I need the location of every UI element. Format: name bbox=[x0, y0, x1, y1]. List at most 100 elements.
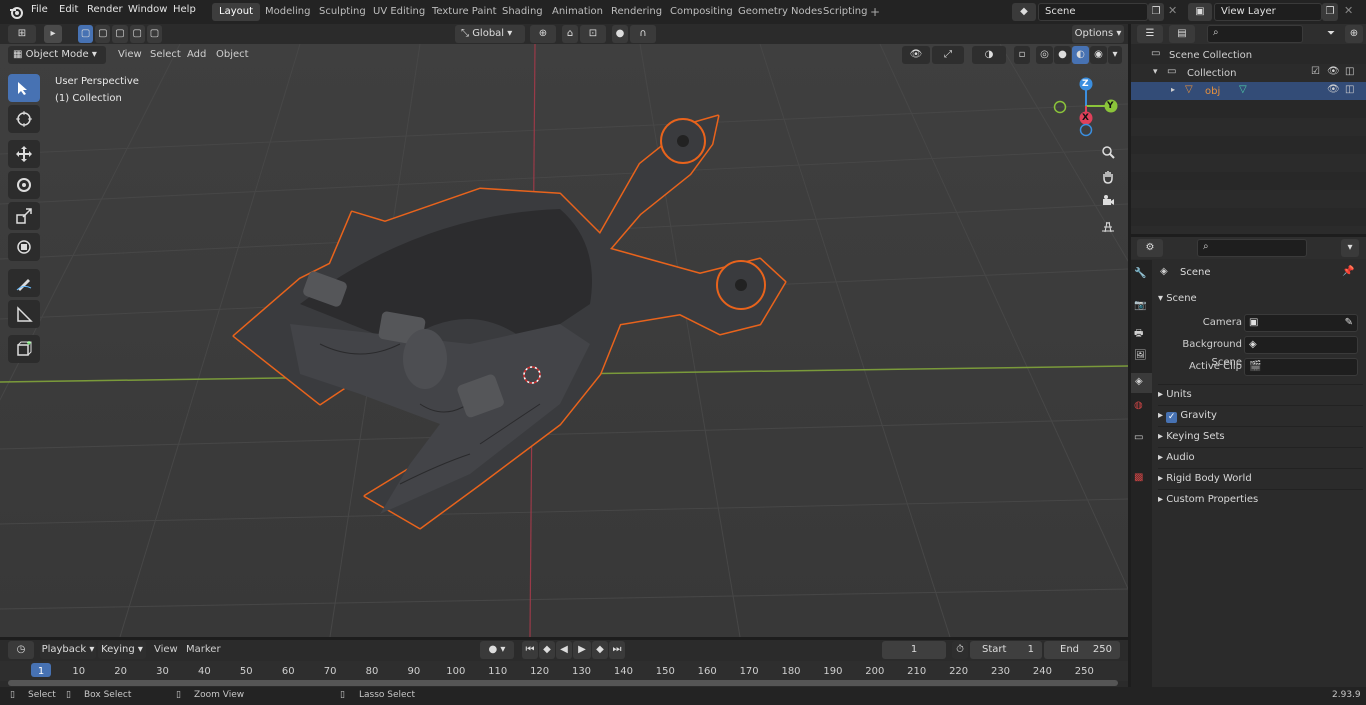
output-properties-tab-icon[interactable]: 🖶 bbox=[1134, 326, 1143, 343]
mesh-data-icon[interactable]: ▽ bbox=[1239, 84, 1247, 95]
properties-search-input[interactable] bbox=[1197, 239, 1307, 257]
tab-shading[interactable]: Shading bbox=[495, 3, 550, 21]
gizmo-toggle-icon[interactable]: ⤢ bbox=[932, 46, 964, 64]
outliner-editor-type-icon[interactable]: ☰ bbox=[1137, 25, 1163, 43]
solid-shading-icon[interactable]: ● bbox=[1054, 46, 1071, 64]
snap-target-icon[interactable]: ⊡ bbox=[580, 25, 606, 43]
camera-field[interactable]: ▣ ✎ bbox=[1244, 314, 1358, 332]
shading-options-icon[interactable]: ▾ bbox=[1108, 46, 1122, 64]
section-gravity[interactable]: ▸ ✓ Gravity bbox=[1158, 405, 1363, 425]
scene-properties-tab-icon[interactable]: ◈ bbox=[1131, 373, 1152, 393]
select-tool-icon[interactable]: ▸ bbox=[44, 25, 62, 43]
tab-compositing[interactable]: Compositing bbox=[663, 3, 740, 21]
start-frame-field[interactable]: Start 1 bbox=[970, 641, 1042, 659]
keying-menu[interactable]: Keying ▾ bbox=[98, 641, 146, 659]
viewport-menu-add[interactable]: Add bbox=[187, 49, 206, 60]
timeline-scrollbar[interactable] bbox=[8, 680, 1118, 686]
section-units[interactable]: ▸ Units bbox=[1158, 384, 1363, 404]
outliner-row-scene-collection[interactable]: ▭ Scene Collection bbox=[1131, 46, 1366, 64]
tab-animation[interactable]: Animation bbox=[545, 3, 610, 21]
menu-window[interactable]: Window bbox=[128, 4, 167, 15]
menu-render[interactable]: Render bbox=[87, 4, 123, 15]
collection-render-icon[interactable]: ◫ bbox=[1345, 66, 1354, 77]
obj-visibility-icon[interactable]: 👁 bbox=[1327, 84, 1340, 95]
spur-mesh-object[interactable] bbox=[0, 44, 1128, 637]
select-extend-icon[interactable]: ▢ bbox=[95, 25, 111, 43]
background-scene-field[interactable]: ◈ bbox=[1244, 336, 1358, 354]
tab-sculpting[interactable]: Sculpting bbox=[312, 3, 373, 21]
cursor-tool-icon[interactable] bbox=[8, 105, 40, 133]
preview-range-icon[interactable]: ⏱ bbox=[952, 641, 968, 659]
object-visibility-icon[interactable]: 👁 bbox=[902, 46, 930, 64]
jump-keyframe-back-icon[interactable]: ◆ bbox=[539, 641, 555, 659]
menu-file[interactable]: File bbox=[31, 4, 48, 15]
world-properties-tab-icon[interactable]: ◍ bbox=[1134, 400, 1143, 411]
outliner-search-input[interactable] bbox=[1207, 25, 1303, 43]
render-properties-tab-icon[interactable]: 📷 bbox=[1134, 300, 1146, 311]
select-intersect-icon[interactable]: ▢ bbox=[146, 25, 163, 43]
pan-view-icon[interactable] bbox=[1097, 166, 1119, 188]
eyedropper-icon[interactable]: ✎ bbox=[1345, 315, 1357, 331]
tool-properties-tab-icon[interactable]: 🔧 bbox=[1134, 268, 1146, 279]
scene-close-icon[interactable]: ✕ bbox=[1168, 4, 1177, 17]
transform-tool-icon[interactable] bbox=[8, 233, 40, 261]
section-custom-properties[interactable]: ▸ Custom Properties bbox=[1158, 489, 1363, 509]
object-mode-dropdown[interactable]: ▦ Object Mode ▾ bbox=[8, 46, 106, 64]
wireframe-shading-icon[interactable]: ◎ bbox=[1036, 46, 1053, 64]
obj-expand-icon[interactable]: ▸ bbox=[1171, 85, 1175, 94]
outliner-new-collection-icon[interactable]: ⊕ bbox=[1345, 25, 1363, 43]
scene-field[interactable]: Scene bbox=[1038, 3, 1148, 21]
section-keying-sets[interactable]: ▸ Keying Sets bbox=[1158, 426, 1363, 446]
ortho-toggle-icon[interactable] bbox=[1097, 215, 1119, 237]
transform-orientation-dropdown[interactable]: ⤡ Global ▾ bbox=[455, 25, 525, 43]
proportional-edit-icon[interactable]: ● bbox=[612, 25, 628, 43]
scene-panel-header[interactable]: ▾ Scene bbox=[1158, 289, 1363, 309]
select-invert-icon[interactable]: ▢ bbox=[129, 25, 145, 43]
collection-properties-tab-icon[interactable]: ▭ bbox=[1134, 432, 1143, 443]
playback-menu[interactable]: Playback ▾ bbox=[40, 641, 96, 659]
pivot-point-icon[interactable]: ⊕ bbox=[530, 25, 556, 43]
view-layer-field[interactable]: View Layer bbox=[1214, 3, 1322, 21]
auto-keying-icon[interactable]: ● ▾ bbox=[480, 641, 514, 659]
zoom-view-icon[interactable] bbox=[1097, 141, 1119, 163]
view-layer-browse-icon[interactable]: ▣ bbox=[1188, 3, 1212, 21]
scene-copy-icon[interactable]: ❐ bbox=[1148, 3, 1164, 21]
view-layer-tab-icon[interactable]: 🖼 bbox=[1134, 350, 1147, 361]
collection-visibility-icon[interactable]: 👁 bbox=[1327, 66, 1340, 77]
tab-rendering[interactable]: Rendering bbox=[604, 3, 669, 21]
select-subtract-icon[interactable]: ▢ bbox=[112, 25, 128, 43]
xray-toggle-icon[interactable]: ▫ bbox=[1014, 46, 1030, 64]
scene-browse-icon[interactable]: ◆ bbox=[1012, 3, 1036, 21]
tab-layout[interactable]: Layout bbox=[212, 3, 260, 21]
rotate-tool-icon[interactable] bbox=[8, 171, 40, 199]
material-shading-icon[interactable]: ◐ bbox=[1072, 46, 1089, 64]
menu-help[interactable]: Help bbox=[173, 4, 196, 15]
collection-exclude-checkbox[interactable]: ☑ bbox=[1311, 66, 1320, 77]
outliner-row-obj[interactable]: ▸ ▽ obj ▽ 👁 ◫ bbox=[1131, 82, 1366, 100]
timeline-editor-type-icon[interactable]: ◷ bbox=[8, 641, 34, 659]
outliner-display-mode-icon[interactable]: ▤ bbox=[1169, 25, 1195, 43]
current-frame-field[interactable]: 1 bbox=[882, 641, 946, 659]
gravity-checkbox[interactable]: ✓ bbox=[1166, 412, 1178, 423]
section-rigid-body-world[interactable]: ▸ Rigid Body World bbox=[1158, 468, 1363, 488]
tab-modeling[interactable]: Modeling bbox=[258, 3, 318, 21]
jump-start-icon[interactable]: ⏮ bbox=[522, 641, 538, 659]
add-cube-tool-icon[interactable] bbox=[8, 335, 40, 363]
play-icon[interactable]: ▶ bbox=[573, 641, 591, 659]
3d-viewport[interactable] bbox=[0, 44, 1128, 637]
outliner-filter-icon[interactable]: ⏷ bbox=[1319, 25, 1343, 43]
jump-keyframe-forward-icon[interactable]: ◆ bbox=[592, 641, 608, 659]
properties-editor-type-icon[interactable]: ⚙ bbox=[1137, 239, 1163, 257]
section-audio[interactable]: ▸ Audio bbox=[1158, 447, 1363, 467]
timeline-view-menu[interactable]: View bbox=[154, 644, 178, 655]
snap-toggle-icon[interactable]: ⌂ bbox=[562, 25, 578, 43]
proportional-falloff-icon[interactable]: ∩ bbox=[630, 25, 656, 43]
measure-tool-icon[interactable] bbox=[8, 300, 40, 328]
rendered-shading-icon[interactable]: ◉ bbox=[1090, 46, 1107, 64]
select-new-icon[interactable]: ▢ bbox=[78, 25, 94, 43]
tab-scripting[interactable]: Scripting bbox=[816, 3, 874, 21]
outliner-row-collection[interactable]: ▾ ▭ Collection ☑ 👁 ◫ bbox=[1131, 64, 1366, 82]
view-layer-copy-icon[interactable]: ❐ bbox=[1322, 3, 1338, 21]
tab-uv-editing[interactable]: UV Editing bbox=[366, 3, 432, 21]
scale-tool-icon[interactable] bbox=[8, 202, 40, 230]
